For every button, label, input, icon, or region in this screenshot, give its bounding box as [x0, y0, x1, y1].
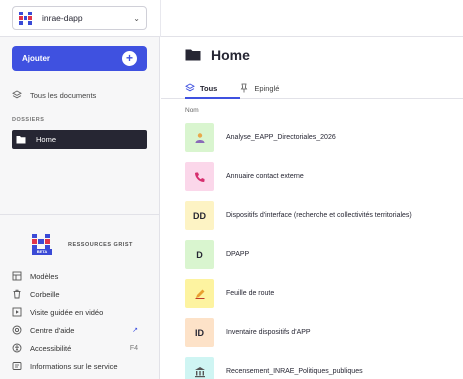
- list-item[interactable]: Annuaire contact externe: [185, 157, 463, 196]
- topbar-divider: [160, 0, 161, 37]
- external-link-icon: ↗: [132, 327, 138, 334]
- doc-thumbnail: ID: [185, 318, 214, 347]
- sidebar-item-label: Modèles: [30, 271, 59, 281]
- video-icon: [12, 307, 22, 317]
- templates-icon: [12, 271, 22, 281]
- list-item[interactable]: DD Dispositifs d'interface (recherche et…: [185, 196, 463, 235]
- list-item[interactable]: Analyse_EAPP_Directoriales_2026: [185, 118, 463, 157]
- layers-icon: [12, 90, 22, 100]
- building-icon: [194, 366, 205, 377]
- add-button-label: Ajouter: [22, 54, 50, 63]
- person-icon: [195, 132, 204, 143]
- sidebar-item-label: Accessibilité: [30, 343, 72, 353]
- sidebar-item-label: Centre d'aide: [30, 325, 75, 335]
- accessibility-icon: [12, 343, 22, 353]
- folder-icon: [185, 49, 201, 61]
- main-content: Home Tous Epinglé Nom Analyse_EAPP_Direc…: [161, 37, 463, 379]
- trash-icon: [12, 289, 22, 299]
- doc-thumbnail: [185, 162, 214, 191]
- chevron-down-icon: ⌄: [133, 13, 140, 23]
- doc-name: DPAPP: [226, 251, 250, 258]
- doc-thumbnail: [185, 279, 214, 308]
- doc-thumbnail: D: [185, 240, 214, 269]
- active-tab-indicator: [185, 97, 240, 99]
- folders-section-title: DOSSIERS: [12, 117, 45, 123]
- grist-logo-icon: [19, 11, 32, 25]
- doc-name: Analyse_EAPP_Directoriales_2026: [226, 134, 336, 141]
- sidebar-item-label: Home: [36, 135, 57, 144]
- doc-thumbnail: [185, 123, 214, 152]
- sidebar-item-accessibility[interactable]: Accessibilité F4: [12, 339, 152, 357]
- tab-label: Tous: [200, 83, 218, 93]
- org-name: inrae-dapp: [42, 13, 83, 23]
- top-bar: inrae-dapp ⌄: [0, 0, 463, 37]
- page-title: Home: [185, 45, 250, 65]
- list-item[interactable]: Recensement_INRAE_Politiques_publiques: [185, 352, 463, 379]
- resources-title: RESSOURCES GRIST: [68, 242, 133, 248]
- document-list: Analyse_EAPP_Directoriales_2026 Annuaire…: [185, 118, 463, 379]
- sidebar-item-label: Visite guidée en vidéo: [30, 307, 104, 317]
- tab-all[interactable]: Tous: [185, 81, 217, 95]
- tab-bar: Tous Epinglé: [185, 81, 301, 97]
- pencil-icon: [195, 289, 204, 299]
- org-selector[interactable]: inrae-dapp ⌄: [12, 6, 147, 30]
- sidebar-item-trash[interactable]: Corbeille: [12, 285, 152, 303]
- sidebar-item-help-center[interactable]: Centre d'aide ↗: [12, 321, 152, 339]
- doc-thumbnail: [185, 357, 214, 379]
- sidebar-item-label: Tous les documents: [30, 90, 97, 100]
- help-icon: [12, 325, 22, 335]
- sidebar-item-all-documents[interactable]: Tous les documents: [12, 88, 147, 102]
- sidebar-item-label: Informations sur le service: [30, 361, 118, 371]
- sidebar-item-templates[interactable]: Modèles: [12, 267, 152, 285]
- folder-icon: [16, 135, 26, 144]
- list-item[interactable]: ID Inventaire dispositifs d'APP: [185, 313, 463, 352]
- doc-name: Feuille de route: [226, 290, 275, 297]
- info-icon: [12, 361, 22, 371]
- phone-icon: [194, 172, 204, 182]
- doc-name: Recensement_INRAE_Politiques_publiques: [226, 368, 363, 375]
- doc-thumbnail: DD: [185, 201, 214, 230]
- beta-tag: BETA: [32, 249, 52, 255]
- column-header-name[interactable]: Nom: [185, 107, 199, 114]
- sidebar-divider: [0, 214, 160, 215]
- sidebar-item-video-tour[interactable]: Visite guidée en vidéo: [12, 303, 152, 321]
- doc-name: Dispositifs d'interface (recherche et co…: [226, 212, 412, 219]
- add-button[interactable]: Ajouter +: [12, 46, 147, 71]
- doc-name: Annuaire contact externe: [226, 173, 304, 180]
- pin-icon: [239, 83, 249, 93]
- shortcut-hint: F4: [129, 344, 138, 352]
- tab-pinned[interactable]: Epinglé: [239, 81, 279, 95]
- resources-header: BETA RESSOURCES GRIST: [30, 234, 150, 256]
- list-item[interactable]: D DPAPP: [185, 235, 463, 274]
- sidebar-item-home[interactable]: Home: [12, 130, 147, 149]
- resources-list: Modèles Corbeille Visite guidée en vidéo…: [12, 267, 152, 375]
- grist-beta-logo-icon: BETA: [30, 234, 54, 256]
- plus-icon: +: [122, 51, 137, 66]
- sidebar-item-service-info[interactable]: Informations sur le service: [12, 357, 152, 375]
- doc-name: Inventaire dispositifs d'APP: [226, 329, 311, 336]
- tab-label: Epinglé: [254, 83, 280, 93]
- page-title-text: Home: [211, 47, 250, 63]
- layers-icon: [185, 83, 195, 93]
- list-item[interactable]: Feuille de route: [185, 274, 463, 313]
- sidebar: Ajouter + Tous les documents DOSSIERS Ho…: [0, 37, 160, 379]
- sidebar-item-label: Corbeille: [30, 289, 60, 299]
